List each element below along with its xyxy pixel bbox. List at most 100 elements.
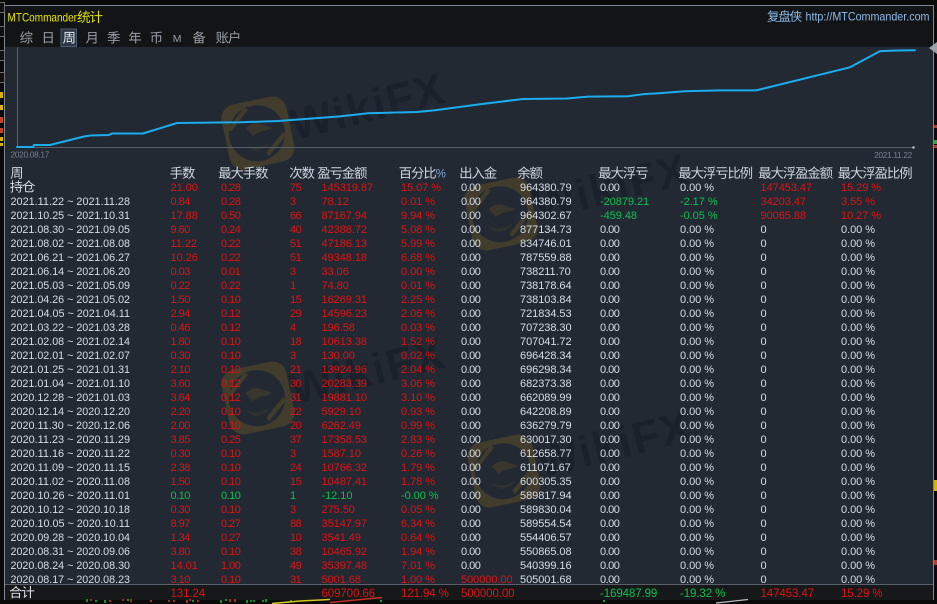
svg-text:2021.06.21 ~ 2021.06.27: 2021.06.21 ~ 2021.06.27: [11, 252, 131, 264]
svg-text:738178.64: 738178.64: [520, 280, 572, 292]
svg-text:0.00: 0.00: [600, 364, 620, 376]
svg-text:0.00: 0.00: [461, 532, 481, 544]
svg-text:0.00: 0.00: [600, 378, 620, 390]
svg-text:0.00 %: 0.00 %: [841, 336, 875, 348]
svg-text:0.00 %: 0.00 %: [680, 406, 714, 418]
svg-text:0.24: 0.24: [221, 224, 241, 236]
svg-text:964302.67: 964302.67: [520, 210, 572, 222]
svg-text:2.83 %: 2.83 %: [401, 434, 435, 446]
svg-text:0.01: 0.01: [221, 266, 241, 278]
svg-text:14.01: 14.01: [171, 560, 198, 572]
svg-text:0.12: 0.12: [221, 392, 241, 404]
svg-text:0.00: 0.00: [461, 238, 481, 250]
svg-text:1.78 %: 1.78 %: [401, 476, 435, 488]
svg-text:500000.00: 500000.00: [461, 588, 514, 600]
svg-text:0.00: 0.00: [600, 252, 620, 264]
svg-text:2020.10.05 ~ 2020.10.11: 2020.10.05 ~ 2020.10.11: [11, 518, 131, 530]
svg-text:30: 30: [290, 378, 302, 390]
svg-text:0.00: 0.00: [600, 350, 620, 362]
svg-text:275.50: 275.50: [322, 504, 355, 516]
svg-text:49348.18: 49348.18: [322, 252, 367, 264]
svg-text:0.00 %: 0.00 %: [680, 350, 714, 362]
svg-text:0.00: 0.00: [600, 504, 620, 516]
svg-text:0.00: 0.00: [461, 420, 481, 432]
svg-text:5929.10: 5929.10: [322, 406, 361, 418]
svg-text:7.01 %: 7.01 %: [401, 560, 435, 572]
svg-text:14596.23: 14596.23: [322, 308, 367, 320]
svg-text:31: 31: [290, 574, 302, 586]
svg-text:0.00 %: 0.00 %: [680, 392, 714, 404]
svg-text:0.00: 0.00: [461, 336, 481, 348]
svg-text:2020.11.30 ~ 2020.12.06: 2020.11.30 ~ 2020.12.06: [11, 420, 131, 432]
svg-text:121.94 %: 121.94 %: [401, 588, 449, 600]
svg-text:0.00 %: 0.00 %: [680, 532, 714, 544]
svg-text:682373.38: 682373.38: [520, 378, 572, 390]
svg-text:0.00 %: 0.00 %: [841, 392, 875, 404]
svg-text:0.00: 0.00: [461, 294, 481, 306]
svg-text:0.00 %: 0.00 %: [841, 406, 875, 418]
svg-text:17358.53: 17358.53: [322, 434, 367, 446]
svg-text:3.10 %: 3.10 %: [401, 392, 435, 404]
svg-text:0.00: 0.00: [600, 490, 620, 502]
svg-text:0.00: 0.00: [461, 490, 481, 502]
svg-text:2020.11.23 ~ 2020.11.29: 2020.11.23 ~ 2020.11.29: [11, 434, 131, 446]
svg-text:78.12: 78.12: [322, 196, 349, 208]
svg-text:0.00: 0.00: [461, 378, 481, 390]
svg-text:0.00 %: 0.00 %: [680, 294, 714, 306]
svg-text:1.52 %: 1.52 %: [401, 336, 435, 348]
svg-text:707238.30: 707238.30: [520, 322, 572, 334]
svg-text:0.00 %: 0.00 %: [841, 378, 875, 390]
svg-text:0.27: 0.27: [221, 532, 241, 544]
svg-text:0.00 %: 0.00 %: [841, 476, 875, 488]
svg-text:10.26: 10.26: [171, 252, 198, 264]
svg-text:0.50: 0.50: [221, 210, 241, 222]
svg-text:19881.10: 19881.10: [322, 392, 367, 404]
svg-text:0: 0: [761, 518, 767, 530]
svg-text:35397.48: 35397.48: [322, 560, 367, 572]
svg-text:0.00 %: 0.00 %: [680, 420, 714, 432]
svg-text:0.00: 0.00: [461, 266, 481, 278]
svg-text:21.00: 21.00: [171, 182, 198, 194]
svg-text:5.99 %: 5.99 %: [401, 238, 435, 250]
svg-text:2.00: 2.00: [171, 420, 191, 432]
svg-text:-0.05 %: -0.05 %: [680, 210, 718, 222]
svg-text:696298.34: 696298.34: [520, 364, 572, 376]
svg-text:1.50: 1.50: [171, 294, 191, 306]
svg-text:2021.01.04 ~ 2021.01.10: 2021.01.04 ~ 2021.01.10: [11, 378, 131, 390]
svg-text:589817.94: 589817.94: [520, 490, 572, 502]
svg-text:612658.77: 612658.77: [520, 448, 572, 460]
svg-text:6.34 %: 6.34 %: [401, 518, 435, 530]
svg-text:0.27: 0.27: [221, 518, 241, 530]
svg-text:145319.87: 145319.87: [322, 182, 374, 194]
svg-text:0.03: 0.03: [171, 266, 191, 278]
svg-text:1: 1: [290, 490, 296, 502]
svg-text:0.00: 0.00: [461, 252, 481, 264]
svg-text:0: 0: [761, 448, 767, 460]
svg-text:0.00: 0.00: [461, 182, 481, 194]
svg-text:0.00 %: 0.00 %: [841, 420, 875, 432]
svg-text:15.07 %: 15.07 %: [401, 182, 441, 194]
svg-text:0: 0: [761, 434, 767, 446]
svg-text:0.00 %: 0.00 %: [841, 532, 875, 544]
svg-text:196.58: 196.58: [322, 322, 355, 334]
svg-text:0.00 %: 0.00 %: [841, 308, 875, 320]
svg-text:1.80: 1.80: [171, 336, 191, 348]
svg-text:636279.79: 636279.79: [520, 420, 572, 432]
svg-text:15.29 %: 15.29 %: [841, 182, 881, 194]
svg-text:2021.11.22: 2021.11.22: [874, 150, 913, 160]
svg-text:1: 1: [290, 280, 296, 292]
svg-text:2.04 %: 2.04 %: [401, 364, 435, 376]
svg-text:-20879.21: -20879.21: [600, 196, 649, 208]
svg-text:0.00: 0.00: [600, 462, 620, 474]
svg-text:1.94 %: 1.94 %: [401, 546, 435, 558]
svg-text:0.00 %: 0.00 %: [841, 518, 875, 530]
svg-text:0.00: 0.00: [600, 448, 620, 460]
svg-text:15.29 %: 15.29 %: [841, 588, 883, 600]
svg-text:0.02 %: 0.02 %: [401, 350, 435, 362]
svg-text:0.05 %: 0.05 %: [401, 504, 435, 516]
svg-text:964380.79: 964380.79: [520, 196, 572, 208]
svg-text:2020.11.09 ~ 2020.11.15: 2020.11.09 ~ 2020.11.15: [11, 462, 131, 474]
svg-text:%: %: [436, 169, 446, 181]
svg-text:http://MTCommander.com: http://MTCommander.com: [806, 10, 930, 24]
svg-text:0.00: 0.00: [461, 224, 481, 236]
